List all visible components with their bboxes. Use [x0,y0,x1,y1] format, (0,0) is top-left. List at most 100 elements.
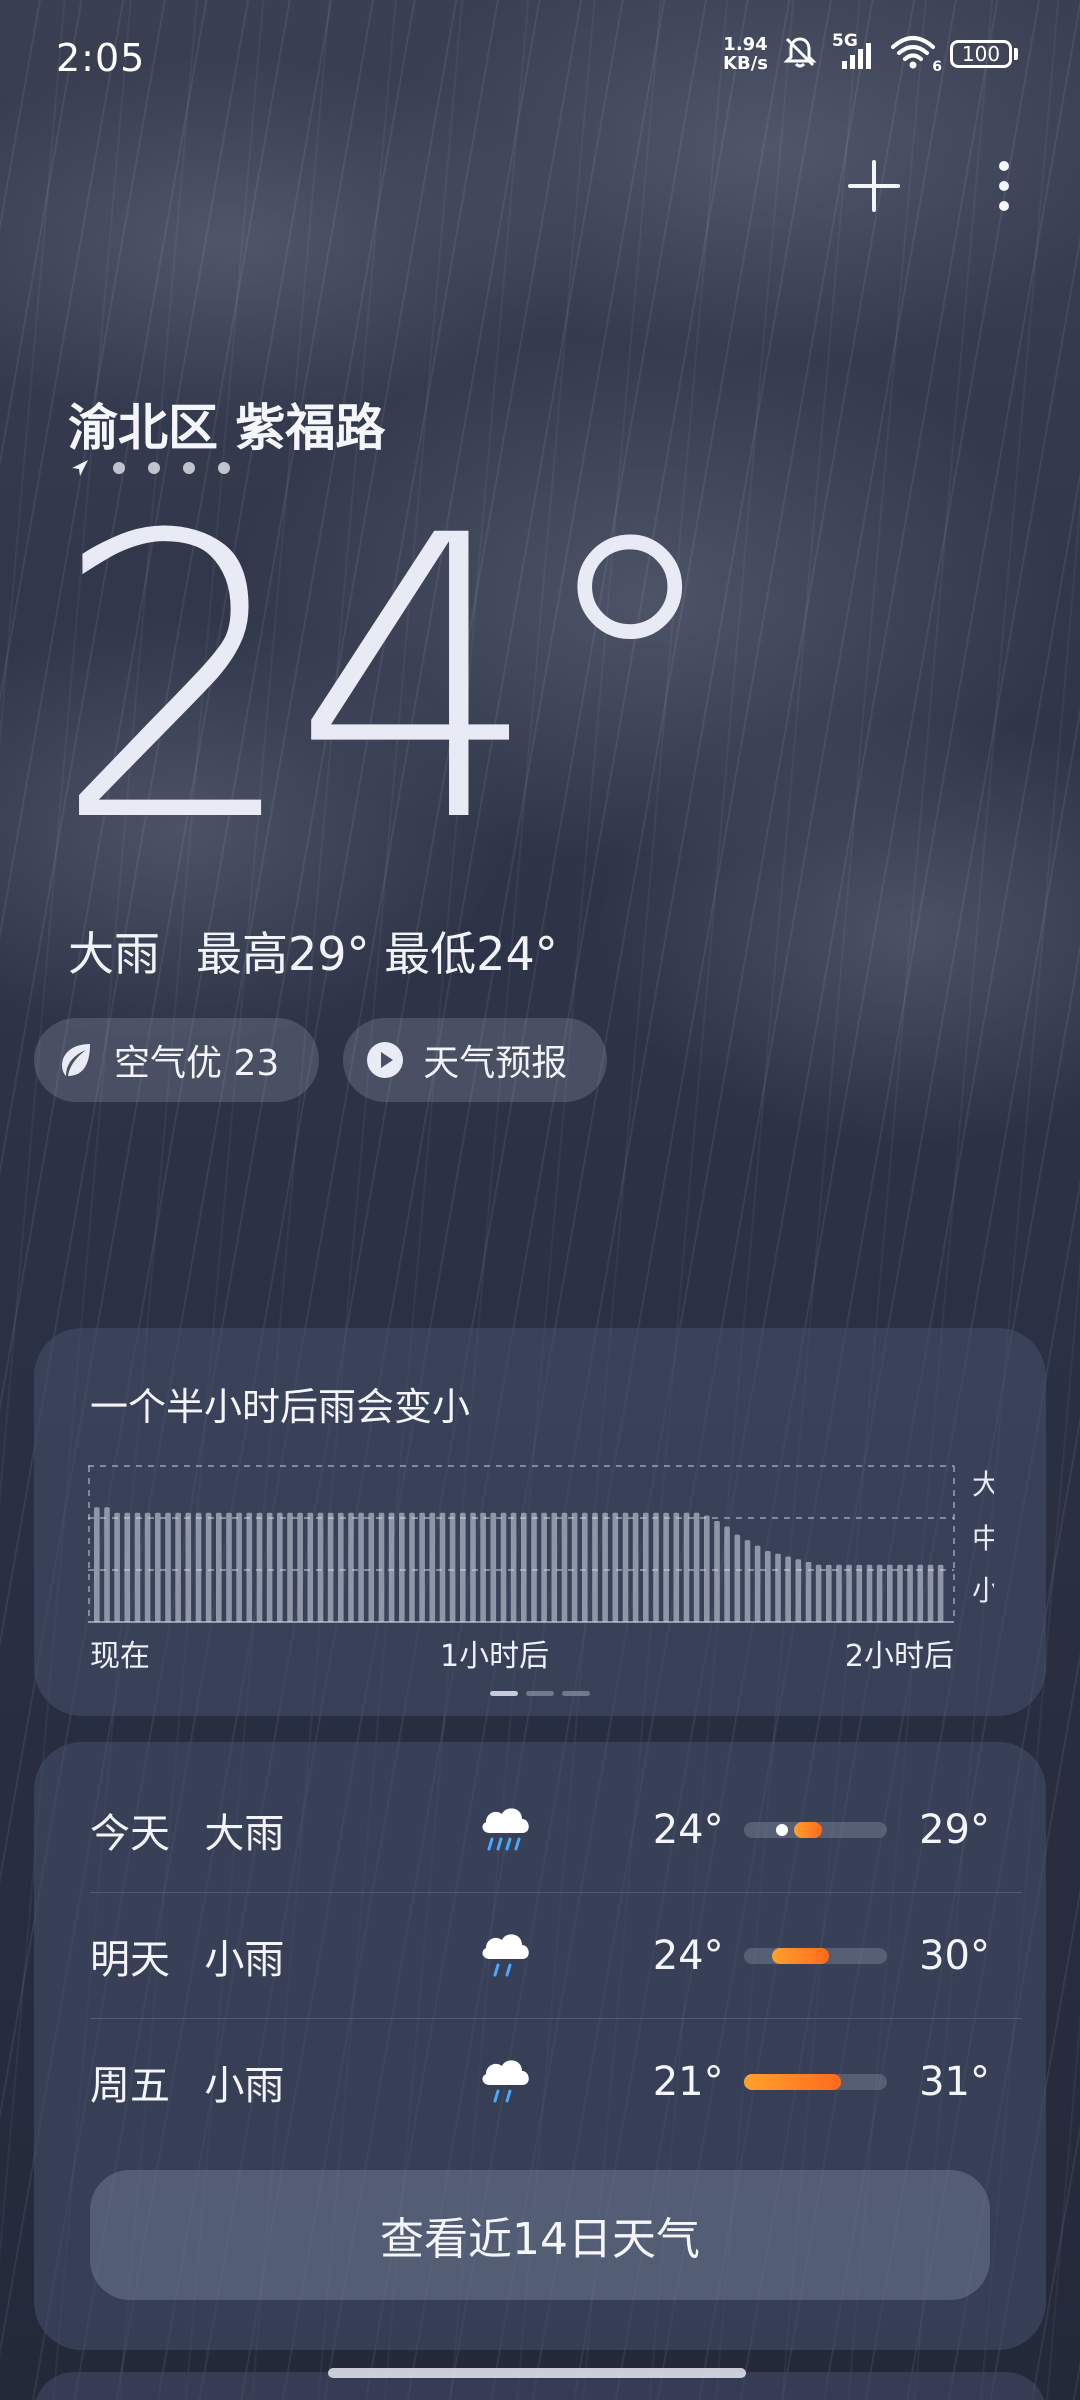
rain-bar [388,1512,395,1622]
rain-bar [897,1564,903,1622]
forecast-condition: 大雨 [204,1811,285,1857]
home-indicator[interactable] [328,2368,746,2378]
rain-forecast-card[interactable]: 一个半小时后雨会变小 大 中 小 现在 1小时后 2小时后 [34,1328,1046,1716]
rain-intensity-chart: 大 中 小 现在 1小时后 2小时后 [88,1465,994,1674]
rain-bar [836,1564,842,1622]
rain-bar [866,1564,873,1622]
current-temperature: 24° [52,453,727,907]
rain-bar [805,1561,812,1622]
rain-bar [815,1564,822,1622]
rain-bar [480,1512,486,1622]
rain-bar [571,1512,578,1622]
rain-bar [765,1551,771,1622]
rain-bar [236,1512,242,1622]
rain-bar [287,1512,293,1622]
temp-range-bar [743,2074,887,2090]
network-type: 5G [832,31,858,51]
rain-bar [94,1507,100,1622]
view-14-day-forecast-button[interactable]: 查看近14日天气 [90,2170,990,2300]
signal-icon: 5G [832,31,876,71]
rain-bar [775,1553,781,1623]
rain-bar [195,1512,202,1622]
forecast-row-friday[interactable]: 周五 小雨 21° 31° [90,2020,990,2144]
light-rain-icon [443,1925,567,1987]
forecast-row-tomorrow[interactable]: 明天 小雨 24° 30° [90,1894,990,2018]
rain-bar [937,1564,944,1622]
current-temp-marker [776,1824,789,1836]
net-speed-unit: KB/s [723,53,768,74]
current-condition: 大雨 [68,927,160,981]
rain-bar [338,1512,344,1622]
rain-bar [449,1512,456,1622]
rain-bar [144,1512,151,1622]
mute-bell-icon [782,34,818,74]
rain-bar [348,1512,354,1622]
status-bar: 2:05 1.94 KB/s 5G 6 100 [0,0,1080,120]
temp-range-fill [743,2074,841,2090]
top-actions [838,150,1040,222]
plus-icon [848,160,900,212]
rain-bar [704,1515,710,1622]
rain-bar [460,1512,466,1622]
rain-bar [653,1512,659,1622]
rain-bar [754,1545,761,1622]
rain-bar [358,1512,364,1622]
weather-screen: 2:05 1.94 KB/s 5G 6 100 渝北区 紫福路 24° 大雨 最… [0,0,1080,2400]
temp-summary: 大雨 最高29° 最低24° [68,918,558,984]
rain-bar [277,1512,283,1622]
forecast-low: 21° [652,2059,724,2105]
rain-bar [307,1512,314,1622]
rain-bar [531,1512,537,1622]
forecast-day: 今天 [90,1811,170,1857]
net-speed: 1.94 KB/s [723,35,768,73]
battery-icon: 100 [950,40,1018,68]
forecast-high: 30° [919,1933,990,1979]
level-label-light: 小 [972,1574,994,1607]
forecast-condition: 小雨 [204,2063,285,2109]
rain-bar [521,1512,527,1622]
x-label-1h: 1小时后 [440,1639,549,1674]
rain-bar [785,1556,791,1622]
row-divider [90,2018,1022,2019]
location-name[interactable]: 渝北区 紫福路 [68,388,385,460]
rain-bar [643,1512,649,1622]
air-quality-label: 空气优 23 [114,1043,280,1084]
light-rain-icon [443,2051,567,2113]
page-dot [562,1691,590,1696]
rain-bar [887,1564,893,1622]
rain-bar [876,1564,883,1622]
rain-bars [94,1507,944,1623]
rain-bar [297,1512,303,1622]
forecast-high: 29° [919,1807,990,1853]
more-options-button[interactable] [968,150,1040,222]
forecast-row-today[interactable]: 今天 大雨 24° 29° [90,1768,990,1892]
add-city-button[interactable] [838,150,910,222]
air-quality-chip[interactable]: 空气优 23 [34,1018,320,1102]
rain-bar [663,1512,669,1622]
level-label-medium: 中 [972,1522,994,1555]
rain-bar [744,1540,751,1622]
rain-bar [317,1512,324,1622]
x-label-now: 现在 [90,1639,150,1674]
rain-bar [856,1564,863,1622]
rain-bar [399,1512,405,1622]
daily-forecast-card: 今天 大雨 24° 29° 明天 小雨 24° 30° 周五 小雨 21° 31… [34,1742,1046,2350]
rain-bar [114,1512,120,1622]
rain-bar [795,1559,802,1622]
rain-bar [155,1512,161,1622]
x-label-2h: 2小时后 [845,1639,954,1674]
temp-high-low: 最高29° 最低24° [196,918,558,984]
weather-forecast-chip[interactable]: 天气预报 [343,1018,608,1102]
rain-bar [551,1512,558,1622]
rain-bar [622,1512,629,1622]
row-divider [90,1892,1022,1893]
rain-bar [226,1512,232,1622]
rain-bar [419,1512,425,1622]
forecast-condition: 小雨 [204,1937,285,1983]
rain-bar [602,1512,608,1622]
forecast-low: 24° [652,1933,724,1979]
temp-range-bar [743,1948,887,1964]
play-icon [365,1040,405,1080]
status-time: 2:05 [56,36,146,80]
rain-bar [409,1512,415,1622]
